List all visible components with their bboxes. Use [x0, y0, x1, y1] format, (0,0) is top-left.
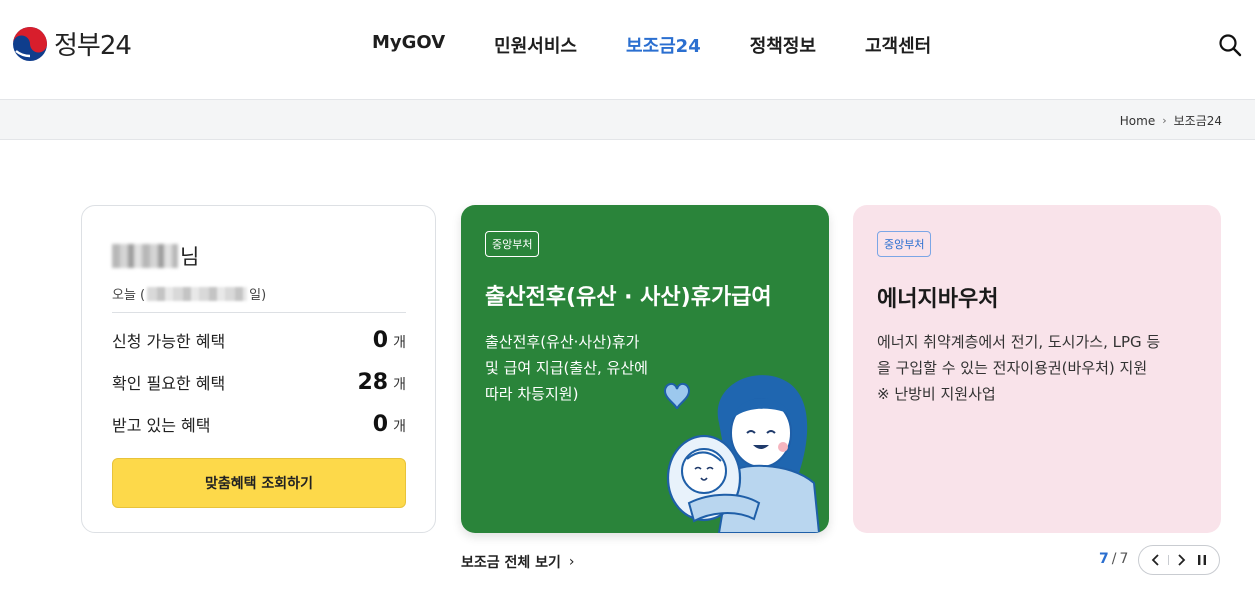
benefit-row-receiving[interactable]: 받고 있는 혜택 0개 [112, 412, 406, 437]
site-logo[interactable]: 정부24 [12, 25, 132, 62]
card-title: 에너지바우처 [877, 287, 999, 312]
divider [112, 312, 406, 313]
benefit-unit: 개 [393, 377, 406, 393]
desc-line: 을 구입할 수 있는 전자이용권(바우처) 지원 [877, 359, 1148, 377]
benefit-count: 0 [372, 328, 389, 353]
main-nav: MyGOV 민원서비스 보조금24 정책정보 고객센터 [372, 32, 980, 58]
desc-line: 출산전후(유산·사산)휴가 [485, 333, 640, 351]
chevron-left-icon [1151, 554, 1159, 566]
nav-mygov[interactable]: MyGOV [372, 32, 445, 58]
benefit-value: 0개 [373, 328, 406, 353]
benefit-unit: 개 [393, 419, 406, 435]
search-icon[interactable] [1217, 32, 1243, 58]
user-name-suffix: 님 [180, 245, 200, 269]
nav-policy-info[interactable]: 정책정보 [750, 32, 816, 58]
user-greeting: 님 [112, 241, 199, 271]
nav-civil-services[interactable]: 민원서비스 [494, 32, 577, 58]
breadcrumb: Home › 보조금24 [1120, 112, 1222, 129]
pause-icon [1198, 555, 1207, 565]
card-title: 출산전후(유산 · 사산)휴가급여 [485, 285, 772, 310]
benefit-label: 신청 가능한 혜택 [112, 332, 226, 351]
category-badge: 중앙부처 [877, 231, 932, 257]
card-description: 에너지 취약계층에서 전기, 도시가스, LPG 등 을 구입할 수 있는 전자… [877, 329, 1207, 407]
desc-line: 에너지 취약계층에서 전기, 도시가스, LPG 등 [877, 333, 1161, 351]
breadcrumb-bar: Home › 보조금24 [0, 100, 1255, 140]
masked-user-name [112, 244, 178, 268]
date-prefix: 오늘 ( [112, 288, 146, 303]
slide-controls [1138, 545, 1220, 575]
chevron-right-icon: › [568, 554, 575, 570]
breadcrumb-current: 보조금24 [1173, 114, 1222, 128]
benefit-row-available[interactable]: 신청 가능한 혜택 0개 [112, 328, 406, 353]
user-summary-card: 님 오늘 ( 일) 신청 가능한 혜택 0개 확인 필요한 혜택 28 개 받고 … [81, 205, 436, 533]
benefit-value: 28 개 [357, 370, 406, 395]
masked-date [147, 286, 248, 301]
chevron-right-icon: › [1162, 114, 1167, 127]
nav-customer-center[interactable]: 고객센터 [865, 32, 931, 58]
current-slide: 7 [1099, 551, 1109, 567]
prev-slide-button[interactable] [1147, 551, 1165, 569]
benefit-card-maternity[interactable]: 중앙부처 출산전후(유산 · 사산)휴가급여 출산전후(유산·사산)휴가 및 급… [461, 205, 829, 533]
nav-subsidy24[interactable]: 보조금24 [626, 32, 701, 58]
slash: / [1111, 551, 1117, 567]
category-badge: 중앙부처 [485, 231, 540, 257]
benefit-count: 28 [357, 370, 389, 395]
benefit-unit: 개 [393, 335, 406, 351]
custom-benefit-search-button[interactable]: 맞춤혜택 조회하기 [112, 458, 406, 508]
taegeuk-emblem-icon [13, 26, 47, 61]
benefit-label: 확인 필요한 혜택 [112, 374, 226, 393]
pause-slide-button[interactable] [1193, 551, 1211, 569]
today-date: 오늘 ( 일) [112, 284, 266, 303]
divider [1167, 555, 1169, 565]
see-all-label: 보조금 전체 보기 [461, 555, 561, 571]
chevron-right-icon [1178, 554, 1186, 566]
benefit-label: 받고 있는 혜택 [112, 416, 211, 435]
breadcrumb-home[interactable]: Home [1120, 114, 1155, 128]
see-all-subsidies-link[interactable]: 보조금 전체 보기 › [461, 552, 575, 572]
next-slide-button[interactable] [1172, 551, 1190, 569]
benefit-count: 0 [372, 412, 389, 437]
date-suffix: 일) [249, 288, 267, 303]
total-slides: 7 [1119, 551, 1129, 567]
slide-counter: 7 / 7 [1099, 551, 1128, 567]
desc-line: ※ 난방비 지원사업 [877, 385, 996, 403]
logo-text: 정부24 [54, 31, 132, 61]
benefit-card-energy-voucher[interactable]: 중앙부처 에너지바우처 에너지 취약계층에서 전기, 도시가스, LPG 등 을… [853, 205, 1221, 533]
site-header: 정부24 MyGOV 민원서비스 보조금24 정책정보 고객센터 [0, 0, 1255, 100]
mother-baby-illustration [663, 375, 821, 533]
benefit-value: 0개 [373, 412, 406, 437]
benefit-row-check-needed[interactable]: 확인 필요한 혜택 28 개 [112, 370, 406, 395]
